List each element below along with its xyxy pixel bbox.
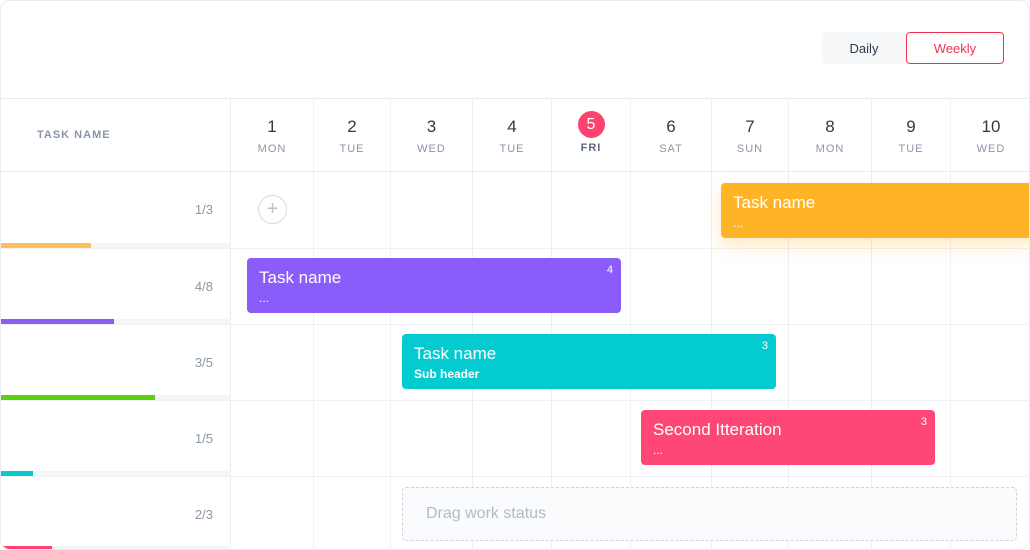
day-name: TUE (499, 143, 525, 155)
day-number: 10 (981, 117, 1001, 136)
day-column-3[interactable]: 3 WED (391, 99, 473, 171)
day-number: 9 (906, 117, 916, 136)
today-day-number: 5 (577, 111, 605, 138)
day-number: 6 (666, 117, 676, 136)
view-switch: Daily Weekly (822, 32, 1004, 64)
day-column-7[interactable]: 7 SUN (712, 99, 789, 171)
day-name: SUN (736, 143, 764, 155)
task-name-column-header: TASK NAME (1, 99, 231, 171)
task-name-header-label: TASK NAME (37, 129, 111, 141)
task-bar[interactable]: Task name ... (721, 183, 1029, 238)
day-column-1[interactable]: 1 MON (231, 99, 314, 171)
progress-track (1, 546, 231, 549)
gantt-board: Daily Weekly TASK NAME 1 MON 2 TUE 3 WED… (0, 0, 1030, 550)
day-number: 1 (267, 117, 277, 136)
progress-track (1, 395, 231, 400)
task-subtitle: ... (653, 443, 664, 457)
task-title: Second Itteration (653, 420, 782, 439)
day-column-4[interactable]: 4 TUE (473, 99, 552, 171)
day-number: 2 (347, 117, 357, 136)
task-subtitle: Sub header (414, 367, 480, 381)
day-column-5-today[interactable]: 5 FRI (552, 99, 631, 171)
day-name: WED (417, 143, 446, 155)
task-badge: 4 (606, 264, 613, 276)
day-number: 3 (426, 117, 437, 136)
task-subtitle: ... (259, 291, 270, 305)
task-count: 1/3 (194, 202, 213, 217)
add-task-button[interactable]: + (258, 195, 287, 224)
task-bar[interactable]: Task name Sub header 3 (402, 334, 776, 389)
task-row-label[interactable]: 2/3 (1, 477, 231, 549)
task-bar[interactable]: Second Itteration ... 3 (641, 410, 935, 465)
task-title: Task name (414, 344, 497, 363)
day-name: TUE (898, 143, 924, 155)
plus-icon: + (266, 198, 279, 220)
day-column-9[interactable]: 9 TUE (872, 99, 951, 171)
day-column-8[interactable]: 8 MON (789, 99, 872, 171)
task-count: 1/5 (194, 431, 213, 446)
day-column-10[interactable]: 10 WED (951, 99, 1029, 171)
progress-fill (1, 471, 34, 476)
task-row-label[interactable]: 1/5 (1, 401, 231, 476)
day-name: MON (257, 143, 287, 155)
progress-track (1, 319, 231, 324)
task-row-label[interactable]: 1/3 (1, 172, 231, 248)
task-row-label[interactable]: 4/8 (1, 249, 231, 324)
task-bar[interactable]: Task name ... 4 (247, 258, 621, 313)
progress-track (1, 243, 231, 248)
progress-fill (1, 243, 91, 248)
day-name: TUE (339, 143, 365, 155)
day-name: SAT (659, 143, 683, 155)
task-badge: 3 (761, 340, 768, 352)
progress-fill (1, 319, 114, 324)
day-number: 4 (507, 117, 517, 136)
daily-view-button[interactable]: Daily (822, 32, 906, 64)
progress-track (1, 471, 231, 476)
weekly-view-button[interactable]: Weekly (906, 32, 1004, 64)
progress-fill (1, 546, 52, 549)
task-row-label[interactable]: 3/5 (1, 325, 231, 400)
progress-fill (1, 395, 156, 400)
task-title: Task name (259, 268, 342, 287)
task-subtitle: ... (733, 216, 744, 230)
task-badge: 3 (920, 416, 927, 428)
task-count: 4/8 (194, 279, 213, 294)
task-count: 3/5 (194, 355, 213, 370)
timeline-header: TASK NAME 1 MON 2 TUE 3 WED 4 TUE 5 FRI … (1, 98, 1029, 172)
day-column-6[interactable]: 6 SAT (631, 99, 712, 171)
day-name: FRI (580, 142, 602, 154)
day-number: 8 (825, 117, 835, 136)
drop-zone-label: Drag work status (426, 505, 547, 522)
task-count: 2/3 (194, 507, 213, 522)
drag-drop-zone[interactable]: Drag work status (402, 487, 1017, 541)
day-name: WED (976, 143, 1006, 155)
task-title: Task name (733, 193, 816, 212)
day-column-2[interactable]: 2 TUE (314, 99, 391, 171)
day-number: 7 (745, 117, 755, 136)
day-name: MON (815, 143, 845, 155)
